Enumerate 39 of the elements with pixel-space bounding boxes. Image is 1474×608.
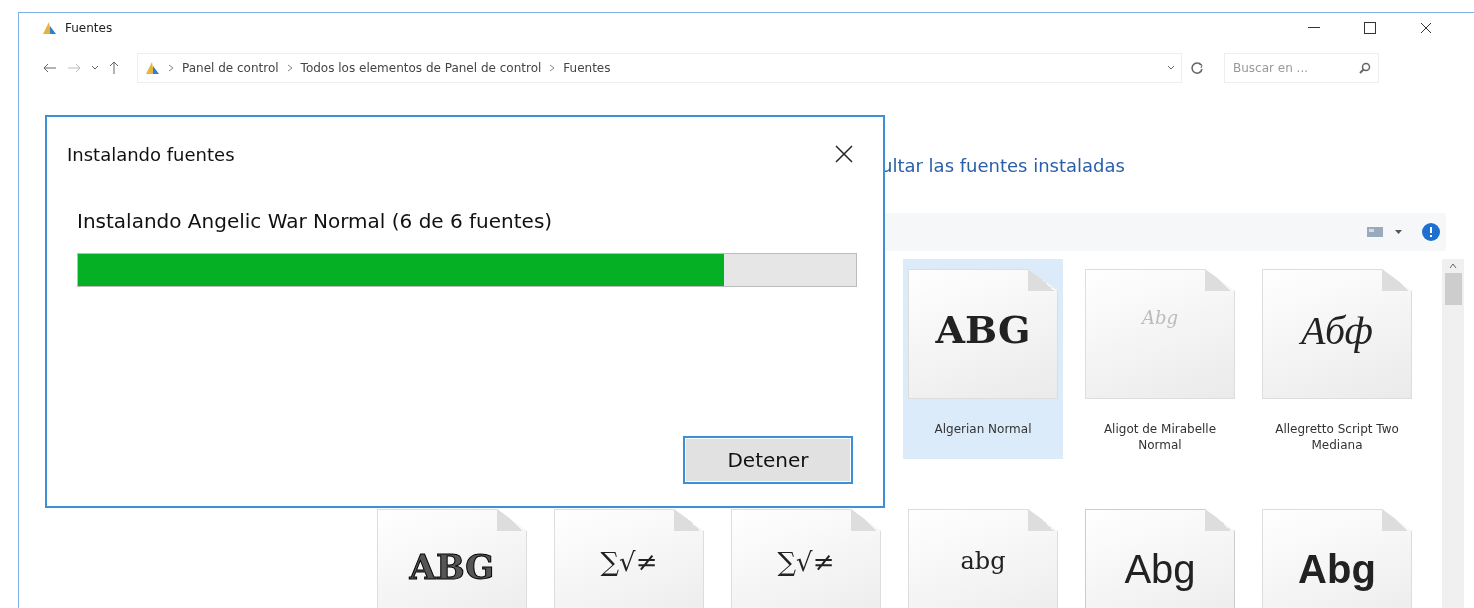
address-bar[interactable]: Panel de control Todos los elementos de Panel de control Fuentes: [137, 53, 1182, 83]
scrollbar[interactable]: [1442, 259, 1464, 608]
scroll-thumb[interactable]: [1444, 273, 1462, 305]
font-family-preview[interactable]: Abg: [1085, 509, 1235, 608]
breadcrumb[interactable]: Todos los elementos de Panel de control: [300, 61, 542, 75]
font-preview: ABG: [908, 269, 1058, 399]
chevron-icon: [286, 64, 293, 72]
progress-message: Instalando Angelic War Normal (6 de 6 fuentes): [77, 209, 554, 233]
font-preview[interactable]: Abg: [1262, 509, 1412, 608]
chevron-down-icon: [91, 65, 99, 71]
chevron-icon: [168, 64, 174, 72]
maximize-icon: [1364, 22, 1376, 34]
font-preview[interactable]: abg: [908, 509, 1058, 608]
breadcrumb[interactable]: Panel de control: [182, 61, 279, 75]
stop-button[interactable]: Detener: [683, 436, 853, 484]
close-icon: [1420, 22, 1432, 34]
font-item[interactable]: Абф Allegretto Script Two Mediana: [1257, 259, 1417, 499]
close-button[interactable]: [835, 145, 853, 163]
window-title: Fuentes: [65, 21, 113, 35]
up-button[interactable]: [107, 59, 121, 77]
search-icon: [1359, 62, 1371, 74]
help-icon[interactable]: [1422, 223, 1440, 241]
font-item[interactable]: ABG Algerian Normal: [903, 259, 1063, 459]
font-preview: Abg: [1085, 269, 1235, 399]
font-preview[interactable]: ∑√≠: [731, 509, 881, 608]
font-preview[interactable]: ∑√≠: [554, 509, 704, 608]
back-button[interactable]: [41, 61, 59, 75]
search-field[interactable]: Buscar en ...: [1224, 53, 1379, 83]
font-preview[interactable]: ABG: [377, 509, 527, 608]
dropdown-icon[interactable]: [1395, 229, 1402, 235]
font-item[interactable]: Abg Aligot de Mirabelle Normal: [1080, 259, 1240, 499]
font-preview: Абф: [1262, 269, 1412, 399]
minimize-icon: [1308, 27, 1320, 29]
chevron-icon: [549, 64, 556, 72]
breadcrumb[interactable]: Fuentes: [563, 61, 611, 75]
dialog-title: Instalando fuentes: [67, 143, 235, 165]
scroll-up-icon[interactable]: [1449, 263, 1457, 269]
dropdown-icon[interactable]: [1167, 65, 1175, 71]
refresh-icon[interactable]: [1188, 59, 1206, 77]
